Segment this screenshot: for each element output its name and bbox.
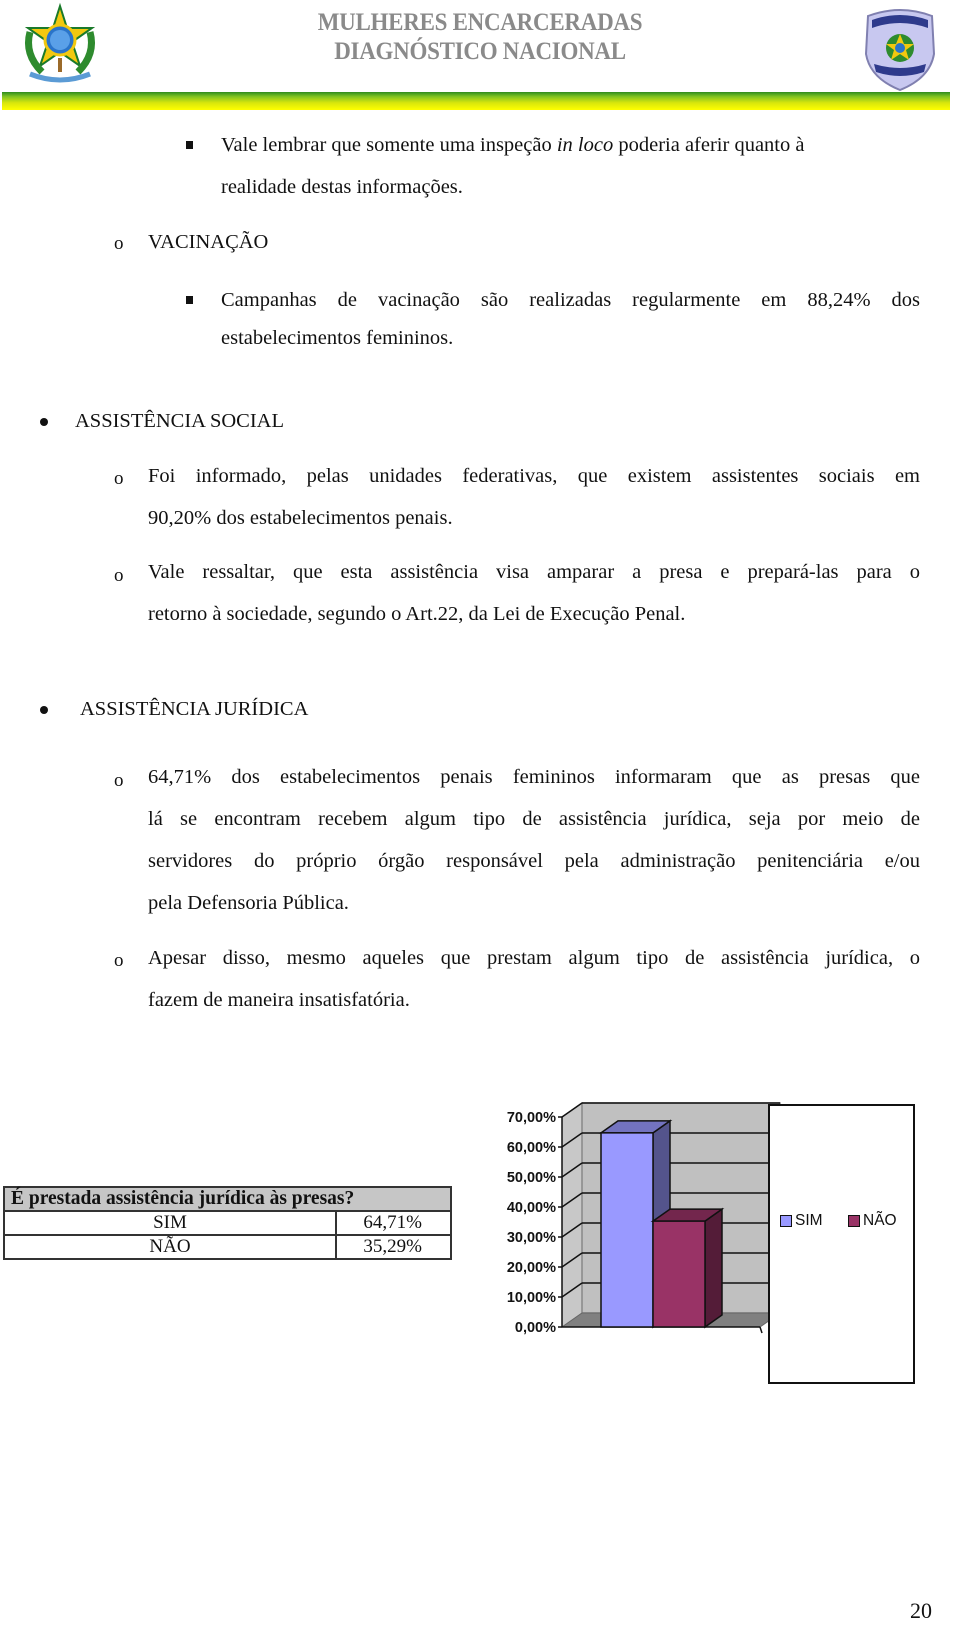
table-cell-value: 64,71% (335, 1210, 452, 1236)
depen-badge-icon (864, 9, 936, 92)
table-header-row: É prestada assistência jurídica às presa… (3, 1186, 452, 1212)
italic-text: in loco (556, 134, 614, 156)
paragraph-line: Foi informado, pelas unidades federativa… (148, 465, 920, 487)
paragraph-line: servidores do próprio órgão responsável … (148, 850, 920, 872)
legend-swatch-nao (848, 1215, 860, 1227)
paragraph-line: retorno à sociedade, segundo o Art.22, d… (148, 603, 686, 625)
header-color-band (2, 92, 950, 110)
paragraph-line: Vale ressaltar, que esta assistência vis… (148, 561, 920, 583)
bar-sim (600, 1132, 654, 1328)
paragraph-line: realidade destas informações. (221, 176, 463, 198)
paragraph-line: Apesar disso, mesmo aqueles que prestam … (148, 947, 920, 969)
page-header: MULHERES ENCARCERADAS DIAGNÓSTICO NACION… (0, 0, 960, 112)
paragraph-line: estabelecimentos femininos. (221, 327, 454, 349)
table-cell-label: SIM (3, 1210, 337, 1236)
paragraph-line: Campanhas de vacinação são realizadas re… (221, 289, 920, 311)
table-cell-label: NÃO (3, 1234, 337, 1260)
assistance-table: É prestada assistência jurídica às presa… (3, 1186, 452, 1260)
bar-side-não (704, 1207, 723, 1329)
disc-bullet-icon (40, 418, 48, 426)
section-heading-vacinacao: VACINAÇÃO (148, 231, 269, 253)
circle-bullet-icon: o (114, 233, 124, 254)
y-tick-label: 10,00% (507, 1290, 556, 1306)
circle-bullet-icon: o (114, 468, 124, 489)
square-bullet-icon (186, 296, 193, 304)
y-tick-label: 50,00% (507, 1170, 556, 1186)
paragraph-line: fazem de maneira insatisfatória. (148, 989, 410, 1011)
y-tick-label: 40,00% (507, 1200, 556, 1216)
section-heading-assistencia-social: ASSISTÊNCIA SOCIAL (75, 410, 285, 432)
page-number: 20 (910, 1598, 932, 1623)
legend-item-sim: SIM (780, 1212, 823, 1230)
paragraph-line: Vale lembrar que somente uma inspeção in… (221, 124, 804, 166)
y-tick-label: 0,00% (515, 1320, 556, 1336)
table-title: É prestada assistência jurídica às presa… (3, 1186, 452, 1212)
square-bullet-icon (186, 141, 193, 149)
text-span: poderia aferir quanto à (613, 134, 805, 156)
legend-swatch-sim (780, 1215, 792, 1227)
paragraph-line: 64,71% dos estabelecimentos penais femin… (148, 766, 920, 788)
section-heading-assistencia-juridica: ASSISTÊNCIA JURÍDICA (80, 698, 309, 720)
chart-side-wall (561, 1102, 583, 1328)
bar-chart: 0,00% 10,00% 20,00% 30,00% 40,00% 50,00% 60,00… (507, 1102, 782, 1336)
y-tick-label: 30,00% (507, 1230, 556, 1246)
bar-não (652, 1220, 706, 1328)
table-cell-value: 35,29% (335, 1234, 452, 1260)
paragraph-line: lá se encontram recebem algum tipo de as… (148, 808, 920, 830)
paragraph-line: 90,20% dos estabelecimentos penais. (148, 507, 453, 529)
chart-legend: SIM NÃO (768, 1104, 915, 1384)
table-row: SIM 64,71% (3, 1210, 452, 1236)
text-span: Vale lembrar que somente uma inspeção (221, 134, 557, 156)
legend-label-nao: NÃO (863, 1212, 897, 1229)
legend-item-nao: NÃO (848, 1212, 897, 1230)
title-line-2: DIAGNÓSTICO NACIONAL (334, 38, 626, 65)
document-title: MULHERES ENCARCERADAS DIAGNÓSTICO NACION… (0, 8, 960, 66)
y-tick-label: 20,00% (507, 1260, 556, 1276)
circle-bullet-icon: o (114, 950, 124, 971)
paragraph-line: pela Defensoria Pública. (148, 892, 349, 914)
title-line-1: MULHERES ENCARCERADAS (317, 9, 643, 36)
circle-bullet-icon: o (114, 565, 124, 586)
y-tick-label: 70,00% (507, 1110, 556, 1126)
x-tick-mark (759, 1326, 763, 1334)
circle-bullet-icon: o (114, 770, 124, 791)
disc-bullet-icon (40, 706, 48, 714)
y-tick-label: 60,00% (507, 1140, 556, 1156)
legend-label-sim: SIM (795, 1212, 823, 1229)
table-row: NÃO 35,29% (3, 1234, 452, 1260)
